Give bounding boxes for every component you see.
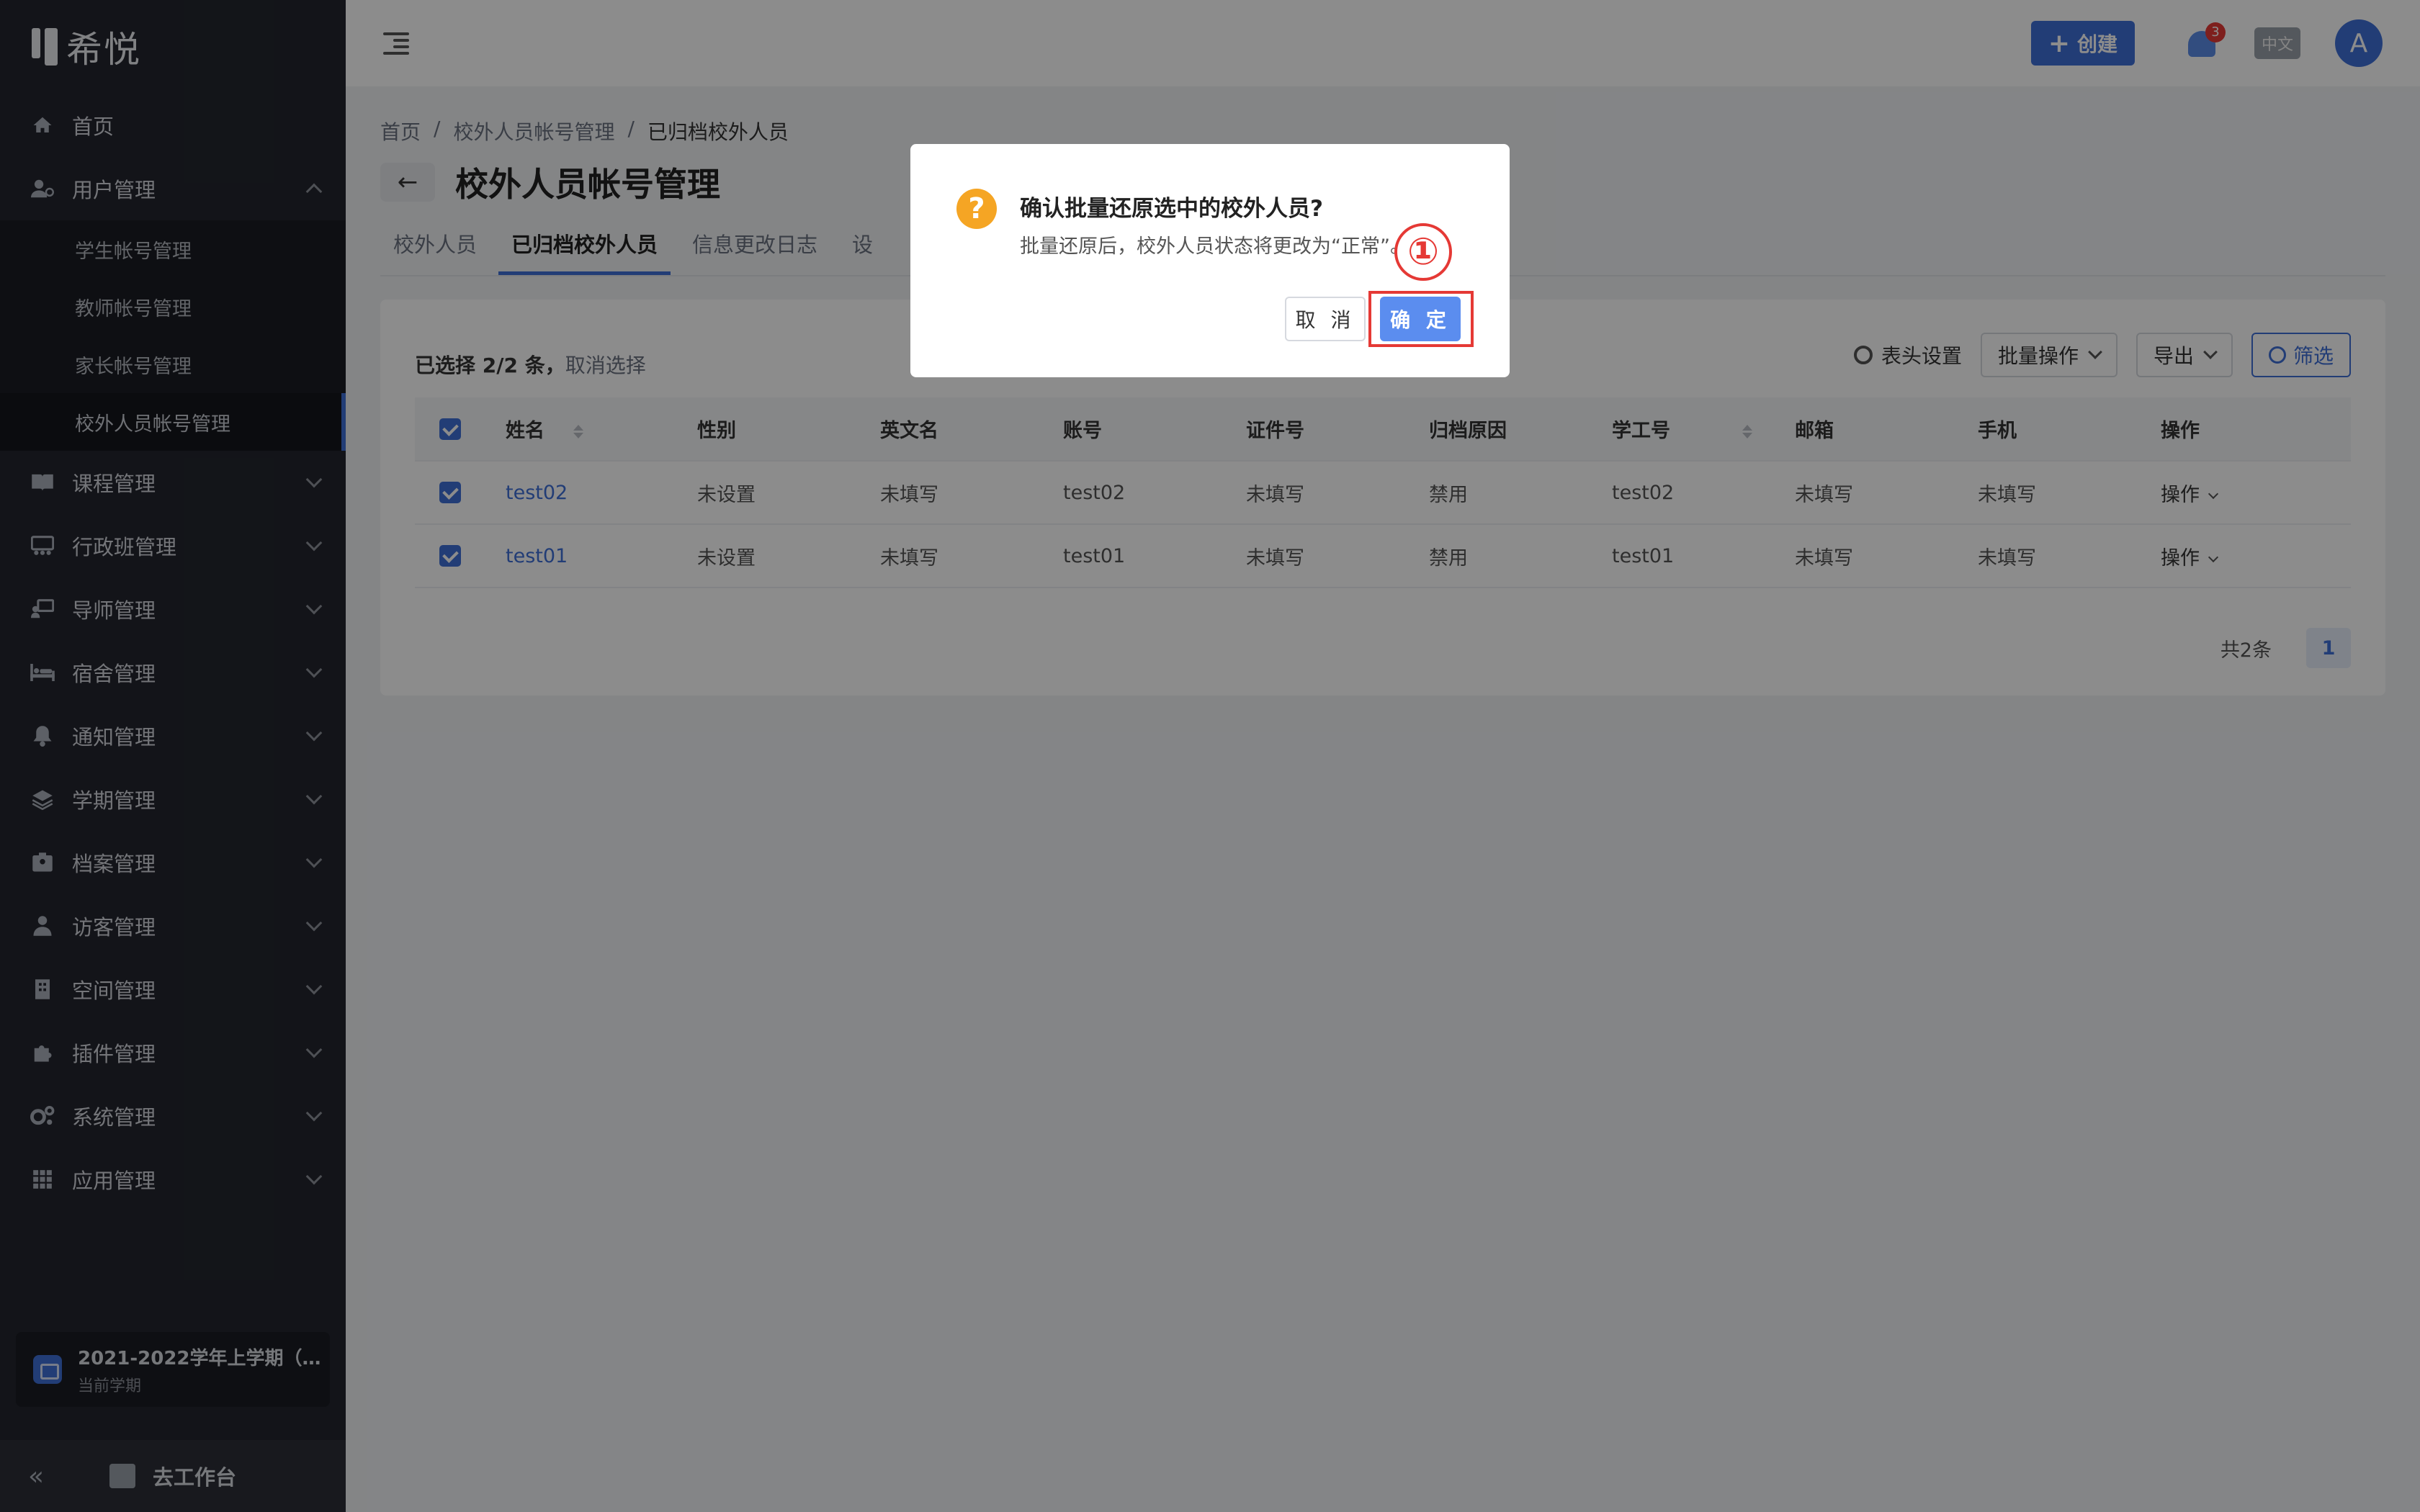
annotation-step-marker: ① — [1394, 223, 1452, 281]
cancel-button[interactable]: 取 消 — [1285, 297, 1366, 341]
confirm-dialog: ? 确认批量还原选中的校外人员? 批量还原后，校外人员状态将更改为“正常”。 取… — [910, 144, 1510, 377]
annotation-highlight-box — [1368, 291, 1474, 347]
dialog-title: 确认批量还原选中的校外人员? — [1020, 196, 1323, 222]
dialog-description: 批量还原后，校外人员状态将更改为“正常”。 — [1020, 235, 1410, 258]
question-icon: ? — [956, 189, 997, 229]
